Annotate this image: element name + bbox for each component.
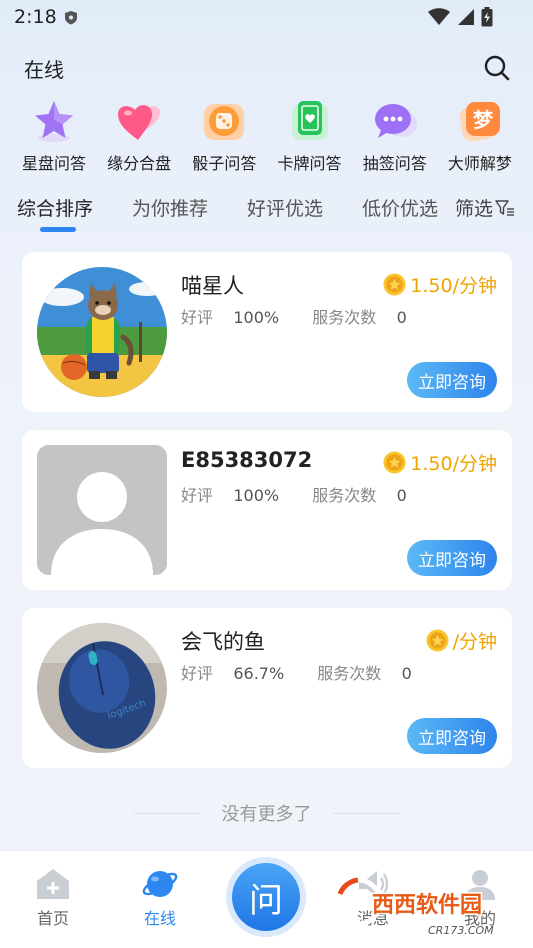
- category-row: 星盘问答 缘分合盘 骰子问答 卡牌问答 抽签问答 梦 大师解梦: [14, 98, 520, 174]
- rating-value: 100%: [233, 486, 280, 505]
- consultant-card[interactable]: 喵星人 1.50/分钟 好评 100% 服务次数 0 立即咨询: [22, 252, 512, 412]
- service-count: 0: [396, 486, 407, 505]
- dream-icon: 梦: [459, 102, 500, 142]
- rating-label: 好评: [181, 664, 214, 683]
- price-text: 1.50/分钟: [410, 453, 497, 475]
- consultant-name: 会飞的鱼: [181, 630, 265, 654]
- ask-button[interactable]: 问: [226, 857, 306, 937]
- coin-icon: [383, 451, 406, 474]
- filter-icon: [495, 199, 515, 216]
- rating-value: 66.7%: [233, 664, 285, 683]
- tab-top-rated[interactable]: 好评优选: [247, 194, 323, 221]
- active-tab-indicator: [40, 227, 76, 232]
- category-compatibility[interactable]: 缘分合盘: [99, 98, 179, 174]
- coin-icon: [426, 629, 449, 652]
- consultant-stats: 好评 100% 服务次数 0: [181, 304, 407, 328]
- avatar[interactable]: [37, 267, 167, 397]
- service-count: 0: [396, 308, 407, 327]
- consultant-name: 喵星人: [181, 274, 244, 298]
- price-text: 1.50/分钟: [410, 275, 497, 297]
- service-label: 服务次数: [312, 486, 377, 505]
- nav-label: 在线: [143, 909, 176, 928]
- battery-icon: [481, 7, 493, 27]
- rating-value: 100%: [233, 308, 280, 327]
- dice-icon: [204, 104, 245, 140]
- nav-label: 首页: [36, 909, 69, 928]
- category-lottery[interactable]: 抽签问答: [355, 98, 435, 174]
- category-label: 抽签问答: [362, 154, 427, 173]
- dream-glyph: 梦: [473, 108, 494, 132]
- filter-button[interactable]: 筛选: [455, 194, 515, 221]
- category-label: 卡牌问答: [277, 154, 342, 173]
- tab-recommended[interactable]: 为你推荐: [132, 194, 208, 221]
- divider: [333, 813, 399, 814]
- consult-button[interactable]: 立即咨询: [407, 362, 497, 398]
- service-count: 0: [401, 664, 412, 683]
- watermark-logo: 西西软件园 CR173.COM: [333, 877, 494, 937]
- consultant-price: 1.50/分钟: [383, 271, 497, 298]
- watermark-brand: 西西软件园: [372, 892, 482, 918]
- search-button[interactable]: [483, 54, 511, 82]
- shield-icon: [65, 11, 77, 25]
- rating-label: 好评: [181, 308, 214, 327]
- ask-button-label: 问: [232, 863, 300, 931]
- tab-low-price[interactable]: 低价优选: [362, 194, 438, 221]
- planet-icon: [142, 871, 178, 897]
- avatar[interactable]: [37, 445, 167, 575]
- category-tarot[interactable]: 卡牌问答: [270, 98, 350, 174]
- signal-icon: [458, 9, 474, 25]
- category-label: 缘分合盘: [107, 154, 172, 173]
- search-icon: [484, 55, 510, 81]
- category-label: 大师解梦: [447, 154, 512, 173]
- consultant-stats: 好评 100% 服务次数 0: [181, 482, 407, 506]
- nav-online[interactable]: 在线: [120, 867, 200, 929]
- heart-icon: [118, 105, 161, 140]
- rating-label: 好评: [181, 486, 214, 505]
- cat-avatar-image: [37, 267, 167, 397]
- watermark-site: CR173.COM: [428, 924, 494, 937]
- page-title: 在线: [24, 58, 64, 82]
- consultant-price: /分钟: [426, 627, 497, 654]
- card-icon: [291, 101, 328, 140]
- service-label: 服务次数: [312, 308, 377, 327]
- tab-comprehensive[interactable]: 综合排序: [17, 194, 93, 221]
- consultant-stats: 好评 66.7% 服务次数 0: [181, 660, 412, 684]
- category-label: 骰子问答: [192, 154, 257, 173]
- consultant-card[interactable]: E85383072 1.50/分钟 好评 100% 服务次数 0 立即咨询: [22, 430, 512, 590]
- consultant-name: E85383072: [181, 448, 313, 472]
- end-of-list-note: 没有更多了: [221, 804, 312, 825]
- chat-bubble-icon: [374, 104, 417, 138]
- service-label: 服务次数: [317, 664, 382, 683]
- filter-label: 筛选: [455, 198, 494, 220]
- status-time: 2:18: [14, 6, 57, 28]
- status-indicators: [427, 7, 493, 27]
- sort-tabs: 综合排序 为你推荐 好评优选 低价优选 筛选: [0, 190, 533, 238]
- avatar[interactable]: logitech: [37, 623, 167, 753]
- star-icon: [35, 101, 73, 142]
- category-dream[interactable]: 梦 大师解梦: [440, 98, 520, 174]
- default-avatar-image: [37, 445, 167, 575]
- consult-button[interactable]: 立即咨询: [407, 718, 497, 754]
- wifi-icon: [428, 8, 450, 25]
- category-label: 星盘问答: [21, 154, 86, 173]
- consultant-price: 1.50/分钟: [383, 449, 497, 476]
- mouse-avatar-image: logitech: [37, 623, 167, 753]
- category-dice[interactable]: 骰子问答: [184, 98, 264, 174]
- home-icon: [37, 869, 69, 899]
- category-astrology[interactable]: 星盘问答: [14, 98, 94, 174]
- coin-icon: [383, 273, 406, 296]
- nav-home[interactable]: 首页: [13, 867, 93, 929]
- status-bar: 2:18: [0, 0, 533, 34]
- price-text: /分钟: [452, 631, 497, 653]
- consult-button[interactable]: 立即咨询: [407, 540, 497, 576]
- consultant-card[interactable]: logitech 会飞的鱼 /分钟 好评 66.7% 服务次数 0 立即咨询: [22, 608, 512, 768]
